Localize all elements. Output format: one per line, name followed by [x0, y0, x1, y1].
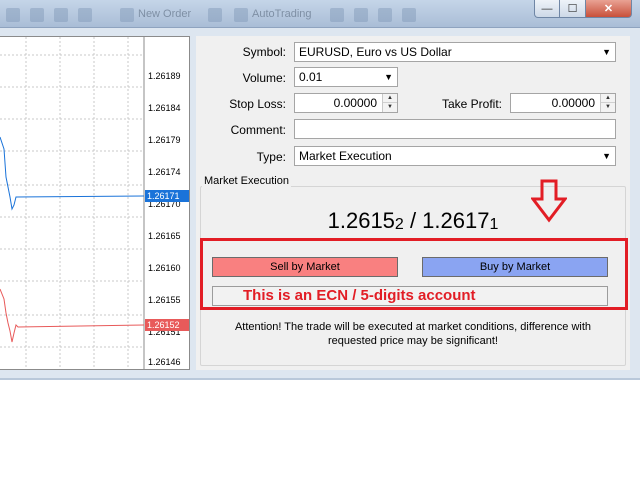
price-scale-label: 1.26155 — [148, 295, 181, 305]
quote-display: 1.26152 / 1.26171 — [196, 208, 630, 234]
toolbar-icon[interactable] — [30, 8, 44, 22]
price-scale-label: 1.26160 — [148, 263, 181, 273]
type-select[interactable]: Market Execution ▼ — [294, 146, 616, 166]
market-execution-group-title: Market Execution — [202, 175, 291, 187]
toolbar-strip: New Order AutoTrading — ☐ ✕ — [0, 0, 640, 28]
new-order-button[interactable]: New Order — [138, 8, 191, 22]
buy-by-market-button[interactable]: Buy by Market — [422, 257, 608, 277]
window-bottom-border — [0, 378, 640, 380]
symbol-value: EURUSD, Euro vs US Dollar — [299, 45, 452, 59]
attention-message: Attention! The trade will be executed at… — [206, 320, 620, 348]
stop-loss-input[interactable]: 0.00000 ▲ ▼ — [294, 93, 398, 113]
chevron-down-icon: ▼ — [384, 72, 393, 82]
sell-by-market-button[interactable]: Sell by Market — [212, 257, 398, 277]
minimize-icon: — — [541, 2, 553, 15]
maximize-button[interactable]: ☐ — [560, 0, 586, 18]
window-controls: — ☐ ✕ — [534, 0, 632, 18]
chevron-down-icon: ▼ — [602, 47, 611, 57]
spinner-up-icon[interactable]: ▲ — [601, 94, 615, 103]
comment-input[interactable] — [294, 119, 616, 139]
type-label: Type: — [256, 150, 286, 164]
toolbar-icon[interactable] — [6, 8, 20, 22]
toolbar-icon[interactable] — [78, 8, 92, 22]
quote-separator: / — [403, 208, 423, 233]
spinner-up-icon[interactable]: ▲ — [383, 94, 397, 103]
take-profit-value: 0.00000 — [551, 96, 595, 110]
order-panel: Symbol: EURUSD, Euro vs US Dollar ▼ Volu… — [196, 36, 630, 370]
comment-value — [295, 122, 299, 136]
price-scale-label: 1.26165 — [148, 231, 181, 241]
minimize-button[interactable]: — — [534, 0, 560, 18]
spinner-down-icon[interactable]: ▼ — [601, 103, 615, 112]
close-button[interactable]: ✕ — [586, 0, 632, 18]
symbol-select[interactable]: EURUSD, Euro vs US Dollar ▼ — [294, 42, 616, 62]
volume-select[interactable]: 0.01 ▼ — [294, 67, 398, 87]
stop-loss-label: Stop Loss: — [229, 97, 286, 111]
stop-loss-spinner[interactable]: ▲ ▼ — [382, 94, 397, 112]
ask-line — [0, 136, 145, 211]
volume-value: 0.01 — [299, 70, 323, 84]
toolbar-icon[interactable] — [378, 8, 392, 22]
spinner-down-icon[interactable]: ▼ — [383, 103, 397, 112]
volume-label: Volume: — [242, 71, 286, 85]
ask-quote: 1.26171 — [422, 208, 499, 233]
toolbar-icon[interactable] — [402, 8, 416, 22]
tick-chart[interactable]: 1.26189 1.26184 1.26179 1.26174 1.26170 … — [0, 36, 190, 370]
take-profit-label: Take Profit: — [441, 97, 502, 111]
type-value: Market Execution — [299, 149, 392, 163]
toolbar-icon[interactable] — [208, 8, 222, 22]
new-order-icon[interactable] — [120, 8, 134, 22]
price-scale-label: 1.26184 — [148, 103, 181, 113]
chevron-down-icon: ▼ — [602, 151, 611, 161]
maximize-icon: ☐ — [567, 3, 578, 15]
symbol-label: Symbol: — [242, 45, 286, 59]
price-scale-label: 1.26189 — [148, 71, 181, 81]
stop-loss-value: 0.00000 — [333, 96, 377, 110]
terminal-window: New Order AutoTrading — ☐ ✕ 1.26189 1.26… — [0, 0, 640, 480]
price-scale-label: 1.26174 — [148, 167, 181, 177]
attention-line: requested price may be significant! — [328, 335, 498, 347]
attention-line: Attention! The trade will be executed at… — [234, 321, 592, 333]
bid-quote: 1.26152 — [327, 208, 404, 233]
ecn-account-notice: This is an ECN / 5-digits account — [212, 286, 608, 306]
bid-price-tag: 1.26152 — [145, 319, 189, 331]
price-scale-label: 1.26179 — [148, 135, 181, 145]
auto-trading-button[interactable]: AutoTrading — [252, 8, 312, 22]
take-profit-spinner[interactable]: ▲ ▼ — [600, 94, 615, 112]
take-profit-input[interactable]: 0.00000 ▲ ▼ — [510, 93, 616, 113]
comment-label: Comment: — [230, 123, 286, 137]
toolbar-icon[interactable] — [54, 8, 68, 22]
auto-trading-icon[interactable] — [234, 8, 248, 22]
ask-price-tag: 1.26171 — [145, 190, 189, 202]
toolbar-icon[interactable] — [354, 8, 368, 22]
price-scale-label: 1.26146 — [148, 357, 181, 367]
toolbar-icon[interactable] — [330, 8, 344, 22]
close-icon: ✕ — [603, 3, 614, 15]
